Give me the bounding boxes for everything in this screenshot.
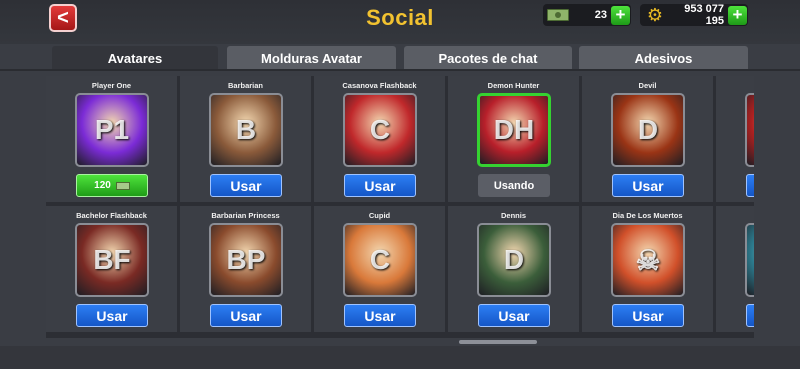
avatar-card[interactable]: Demon Hunter DH Usando [448, 76, 579, 202]
avatar-initial: P1 [94, 114, 130, 145]
avatar-name: Barbarian [227, 81, 263, 90]
avatar-initial: B [235, 114, 257, 145]
use-button[interactable]: Usar [612, 304, 684, 327]
use-button[interactable]: Usar [76, 304, 148, 327]
tab-adesivos[interactable]: Adesivos [579, 46, 748, 70]
avatar-portrait[interactable]: BP [209, 223, 283, 297]
horizontal-scrollbar[interactable] [46, 340, 754, 344]
bottom-bar [0, 346, 800, 369]
avatar-initial: D [503, 244, 525, 275]
avatar-portrait[interactable] [745, 223, 754, 297]
avatar-card[interactable]: Barbarian B Usar [180, 76, 311, 202]
avatar-name: Casanova Flashback [342, 81, 417, 90]
cash-balance: 23 + [543, 4, 631, 26]
avatar-name: Dennis [500, 211, 526, 220]
buy-button[interactable]: 120 [76, 174, 148, 197]
avatar-name: Barbarian Princess [211, 211, 280, 220]
avatar-portrait[interactable]: ☠ [611, 223, 685, 297]
avatar-card[interactable]: Dennis D Usar [448, 206, 579, 332]
avatar-name: Dia De Los Muertos [612, 211, 683, 220]
button-label: Usar [632, 307, 664, 324]
avatar-card[interactable]: Casanova Flashback C Usar [314, 76, 445, 202]
button-label: Usar [364, 307, 396, 324]
avatar-portrait[interactable]: DH [477, 93, 551, 167]
coin-gear-icon: ⚙ [646, 5, 664, 25]
button-label: Usar [96, 307, 128, 324]
avatar-initial: C [369, 244, 391, 275]
avatar-portrait[interactable] [745, 93, 754, 167]
avatar-name: Devil [638, 81, 657, 90]
button-label: Usar [632, 177, 664, 194]
avatar-portrait[interactable]: D [477, 223, 551, 297]
add-coins-button[interactable]: + [728, 5, 747, 25]
button-label: 120 [94, 180, 111, 191]
avatar-name: Player One [91, 81, 132, 90]
avatar-card[interactable]: Cupid C Usar [314, 206, 445, 332]
button-label: Usar [230, 177, 262, 194]
use-button[interactable] [746, 174, 754, 197]
use-button[interactable]: Usar [612, 174, 684, 197]
avatar-initial: BF [93, 244, 131, 275]
use-button[interactable]: Usar [478, 304, 550, 327]
cash-value: 23 [594, 9, 607, 21]
avatar-card[interactable] [716, 76, 754, 202]
avatar-initial: C [369, 114, 391, 145]
avatar-card[interactable]: Devil D Usar [582, 76, 713, 202]
avatar-name: Bachelor Flashback [76, 211, 147, 220]
avatar-portrait[interactable]: BF [75, 223, 149, 297]
cash-icon [115, 181, 130, 190]
tab-molduras-avatar[interactable]: Molduras Avatar [227, 46, 396, 70]
avatar-name: Demon Hunter [487, 81, 540, 90]
button-label: Usar [230, 307, 262, 324]
avatar-name: Cupid [368, 211, 391, 220]
tab-divider [0, 69, 800, 71]
tab-pacotes-de-chat[interactable]: Pacotes de chat [404, 46, 572, 70]
avatar-initial: BP [226, 244, 266, 275]
avatar-initial: D [637, 114, 659, 145]
coin-balance: ⚙ 953 077 195 + [640, 3, 748, 27]
button-label: Usando [493, 179, 535, 192]
avatar-card[interactable] [716, 206, 754, 332]
tab-avatares[interactable]: Avatares [52, 46, 218, 71]
avatar-initial: ☠ [635, 244, 661, 276]
button-label: Usar [498, 307, 530, 324]
avatar-card[interactable]: Dia De Los Muertos ☠ Usar [582, 206, 713, 332]
avatar-card[interactable]: Player One P1 120 [46, 76, 177, 202]
use-button[interactable]: Usar [210, 304, 282, 327]
using-indicator: Usando [478, 174, 550, 197]
avatar-card[interactable]: Barbarian Princess BP Usar [180, 206, 311, 332]
coin-value: 953 077 195 [684, 3, 724, 27]
cash-icon [543, 4, 573, 26]
use-button[interactable]: Usar [210, 174, 282, 197]
avatar-portrait[interactable]: C [343, 93, 417, 167]
avatar-portrait[interactable]: D [611, 93, 685, 167]
use-button[interactable] [746, 304, 754, 327]
use-button[interactable]: Usar [344, 174, 416, 197]
use-button[interactable]: Usar [344, 304, 416, 327]
avatar-portrait[interactable]: P1 [75, 93, 149, 167]
avatar-initial: DH [493, 114, 535, 145]
avatar-grid[interactable]: Player One P1 120 Barbarian B Usar Casanova Fl… [46, 76, 754, 338]
avatar-portrait[interactable]: C [343, 223, 417, 297]
button-label: Usar [364, 177, 396, 194]
add-cash-button[interactable]: + [611, 5, 630, 25]
scroll-thumb[interactable] [459, 340, 537, 344]
avatar-portrait[interactable]: B [209, 93, 283, 167]
avatar-card[interactable]: Bachelor Flashback BF Usar [46, 206, 177, 332]
